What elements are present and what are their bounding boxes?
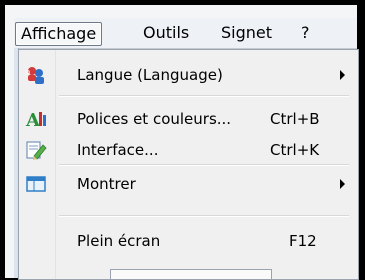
affichage-dropdown-menu: a Langue (Language) A Polices et couleur… [18, 49, 359, 280]
menu-help[interactable]: ? [296, 22, 315, 44]
menu-item-shortcut: F12 [289, 232, 317, 250]
menu-separator [59, 215, 349, 217]
menu-item-label: Interface... [77, 141, 159, 159]
svg-text:A: A [25, 110, 41, 129]
menu-item-shortcut: Ctrl+K [270, 141, 320, 159]
svg-text:a: a [26, 68, 30, 76]
menu-separator [59, 95, 349, 97]
menu-item-montrer[interactable]: Montrer [19, 169, 358, 199]
window-icon [25, 174, 47, 194]
menu-item-langue[interactable]: a Langue (Language) [19, 60, 358, 90]
font-icon: A [25, 109, 47, 131]
menu-item-shortcut: Ctrl+B [270, 110, 320, 128]
menu-item-polices[interactable]: A Polices et couleurs... Ctrl+B [19, 104, 358, 134]
submenu-arrow-icon [340, 179, 345, 189]
menu-item-label: Montrer [77, 175, 136, 193]
menu-item-plein-ecran[interactable]: Plein écran F12 [19, 226, 358, 256]
interface-edit-icon [25, 140, 47, 160]
menu-affichage[interactable]: Affichage [15, 22, 103, 46]
language-icon: a [25, 65, 47, 85]
submenu-arrow-icon [340, 70, 345, 80]
menu-signet[interactable]: Signet [216, 22, 277, 44]
menu-item-label: Langue (Language) [77, 66, 223, 84]
menu-outils[interactable]: Outils [138, 22, 194, 44]
menu-item-label: Plein écran [77, 232, 161, 250]
menu-item-label: Polices et couleurs... [77, 110, 232, 128]
menu-separator [59, 164, 349, 166]
menu-item-interface[interactable]: Interface... Ctrl+K [19, 135, 358, 165]
menu-bar: Affichage Outils Signet ? [14, 18, 357, 49]
